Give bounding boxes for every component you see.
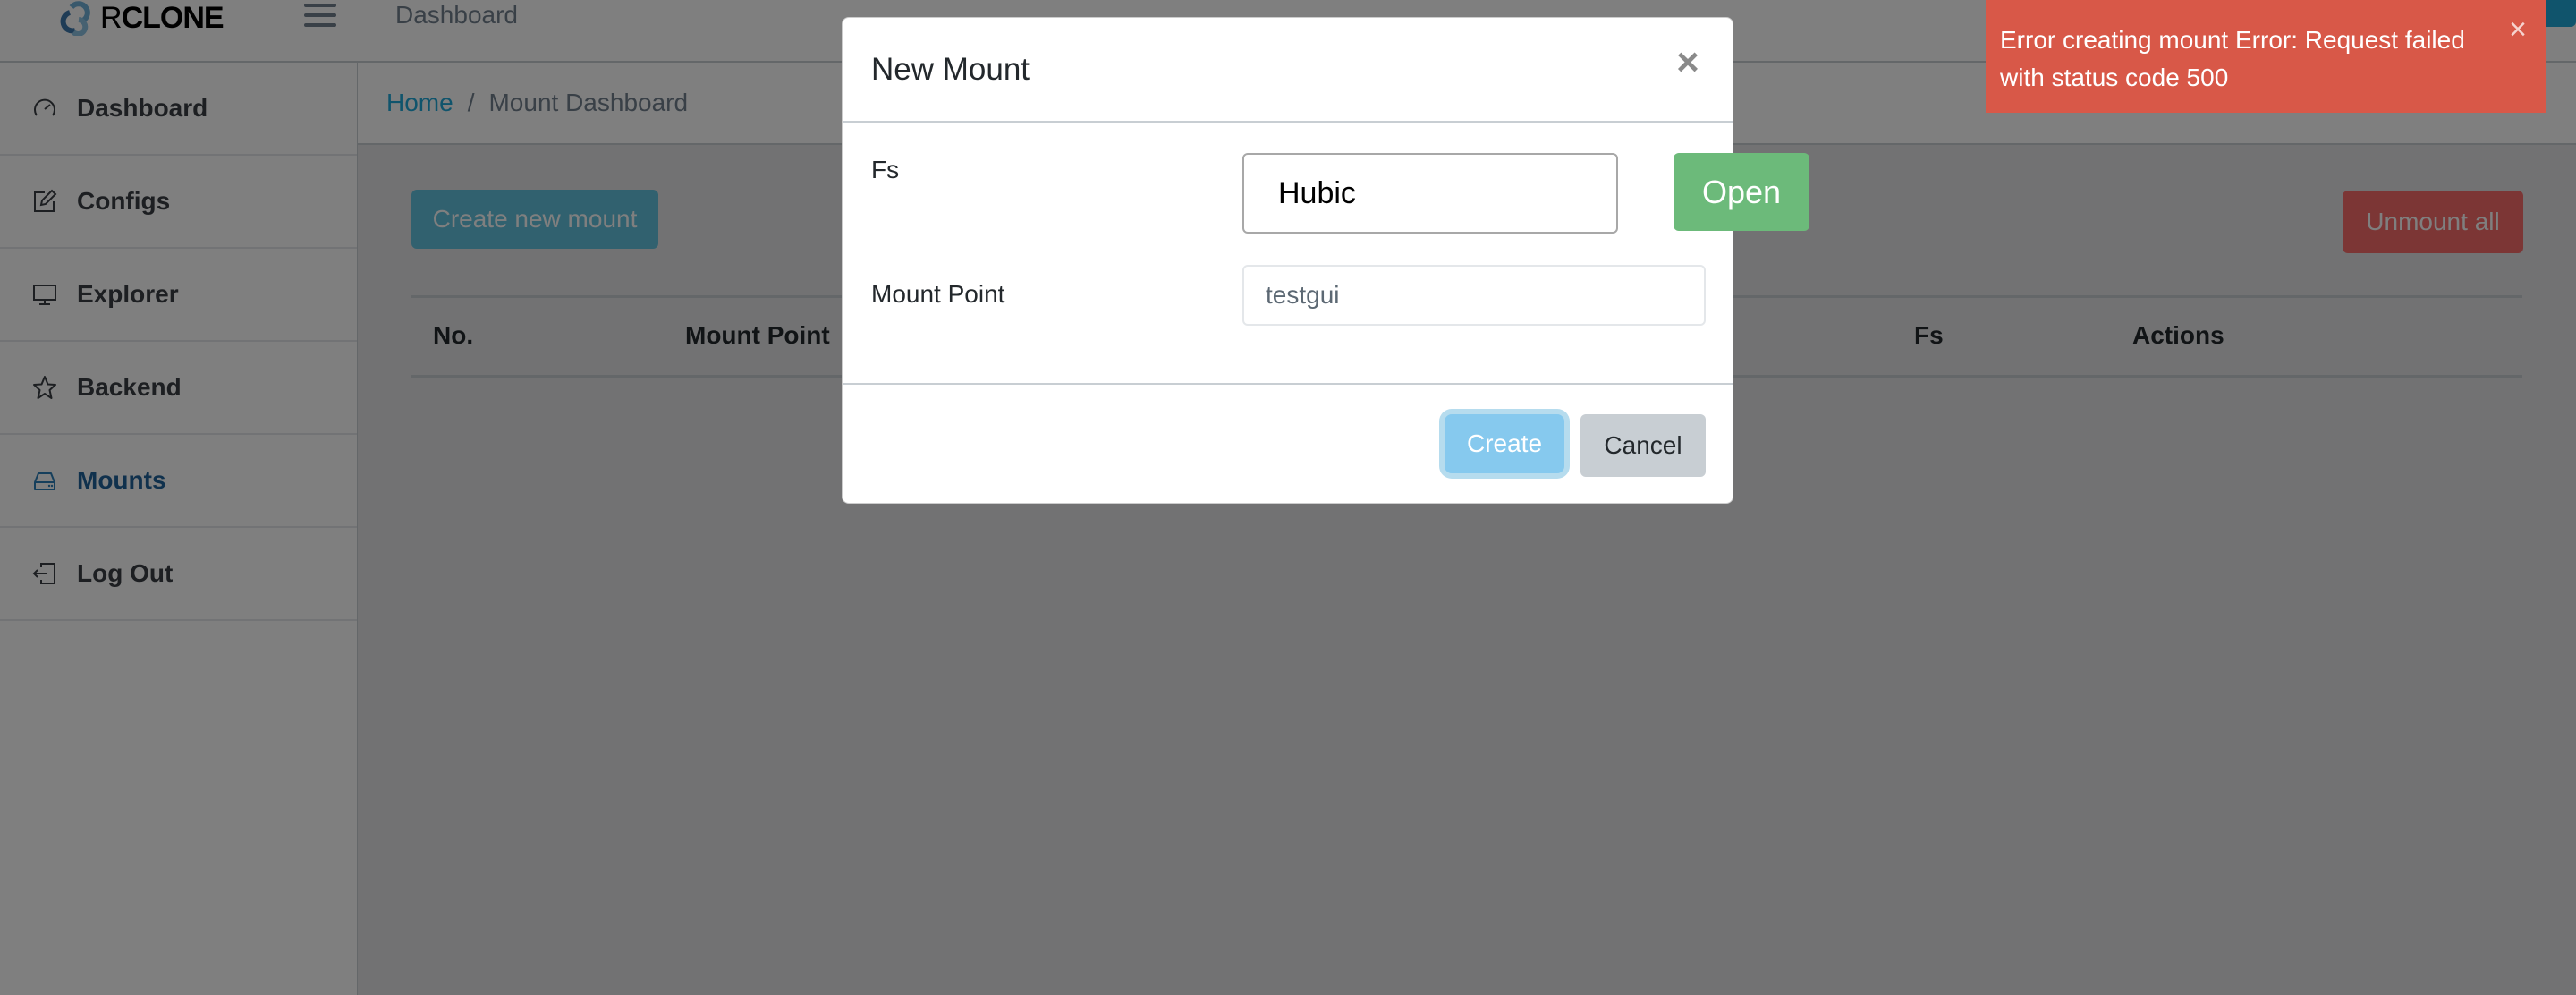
open-button[interactable]: Open	[1674, 153, 1809, 231]
modal-header: New Mount ×	[843, 18, 1733, 123]
fs-label: Fs	[871, 156, 900, 183]
fs-input[interactable]	[1242, 153, 1618, 234]
cancel-button[interactable]: Cancel	[1580, 414, 1706, 477]
mount-point-input[interactable]	[1242, 265, 1706, 326]
modal-title: New Mount	[871, 52, 1030, 87]
toast-message: Error creating mount Error: Request fail…	[2000, 26, 2465, 91]
close-icon[interactable]: ×	[1670, 43, 1706, 82]
error-toast: Error creating mount Error: Request fail…	[1986, 0, 2546, 113]
modal-footer-divider	[843, 383, 1733, 385]
new-mount-modal: New Mount × Fs Open Mount Point Create C…	[842, 17, 1809, 504]
create-button[interactable]: Create	[1445, 414, 1564, 473]
toast-close-icon[interactable]: ×	[2504, 14, 2531, 45]
mount-point-label: Mount Point	[871, 280, 1005, 308]
